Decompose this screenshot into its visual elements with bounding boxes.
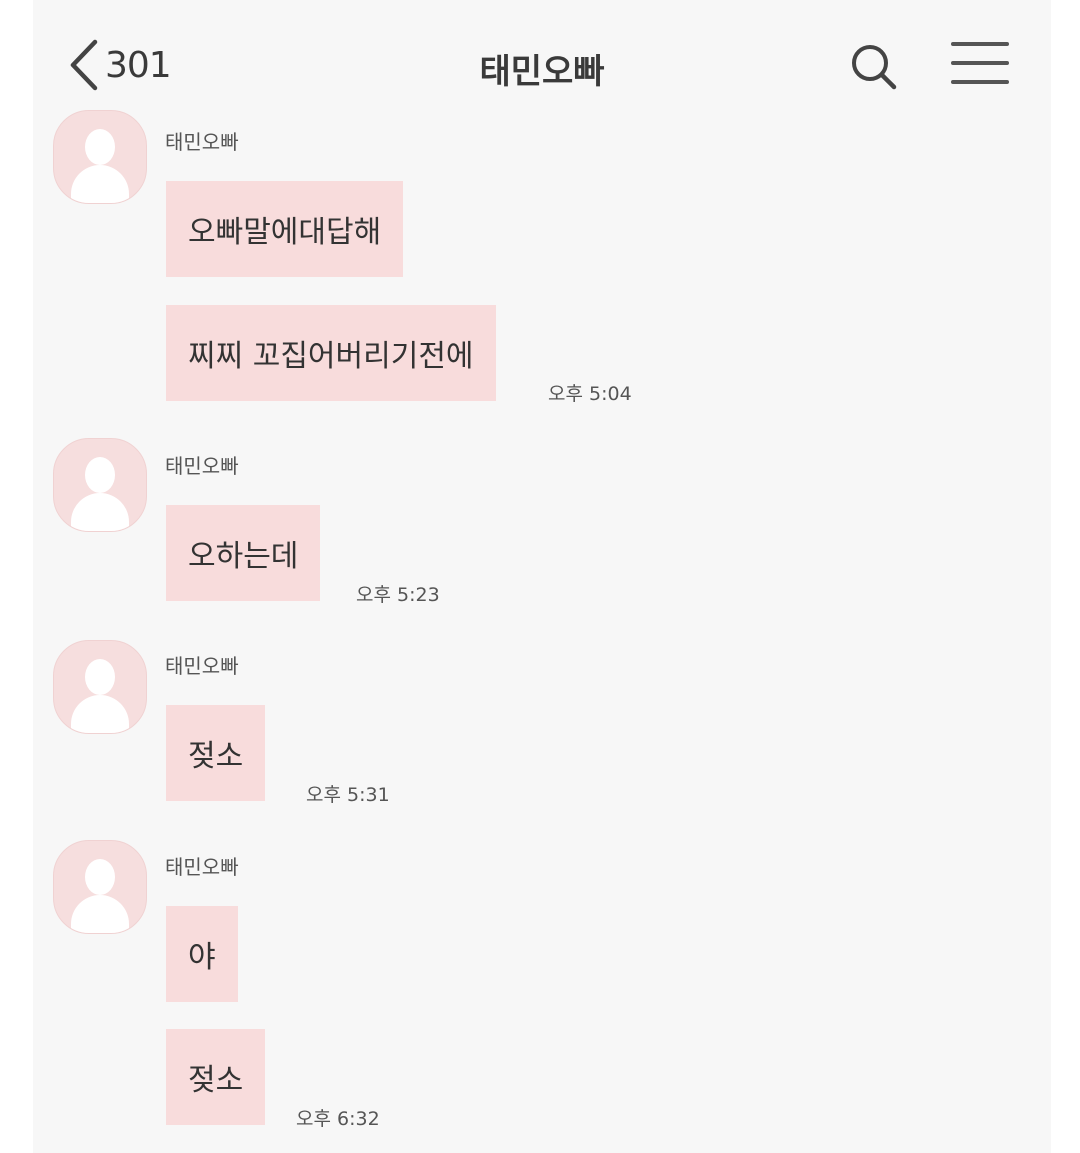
message-time: 오후 5:31 [306,784,390,806]
chevron-left-icon [70,39,98,91]
chat-header: 301 태민오빠 [33,0,1051,125]
avatar[interactable] [53,640,147,734]
avatar[interactable] [53,110,147,204]
sender-name: 태민오빠 [165,654,239,678]
message-time: 오후 6:32 [296,1108,380,1130]
message-bubble[interactable]: 야 [166,906,238,1002]
message-time: 오후 5:04 [548,383,632,405]
message-bubble[interactable]: 젖소 [166,705,266,801]
message-bubble[interactable]: 오빠말에대답해 [166,181,404,277]
sender-name: 태민오빠 [165,454,239,478]
message-bubble[interactable]: 찌찌 꼬집어버리기전에 [166,305,496,401]
hamburger-menu-icon[interactable] [951,42,1009,90]
search-icon[interactable] [849,42,899,92]
sender-name: 태민오빠 [165,855,239,879]
avatar[interactable] [53,840,147,934]
avatar[interactable] [53,438,147,532]
message-time: 오후 5:23 [356,584,440,606]
message-bubble[interactable]: 젖소 [166,1029,266,1125]
back-button[interactable]: 301 [67,38,172,92]
chat-screen: 301 태민오빠 태민오빠 오빠말에대답해 찌찌 꼬집어버리기전에 오후 5:0… [33,0,1051,1153]
unread-count: 301 [105,44,172,86]
message-bubble[interactable]: 오하는데 [166,505,321,601]
sender-name: 태민오빠 [165,130,239,154]
